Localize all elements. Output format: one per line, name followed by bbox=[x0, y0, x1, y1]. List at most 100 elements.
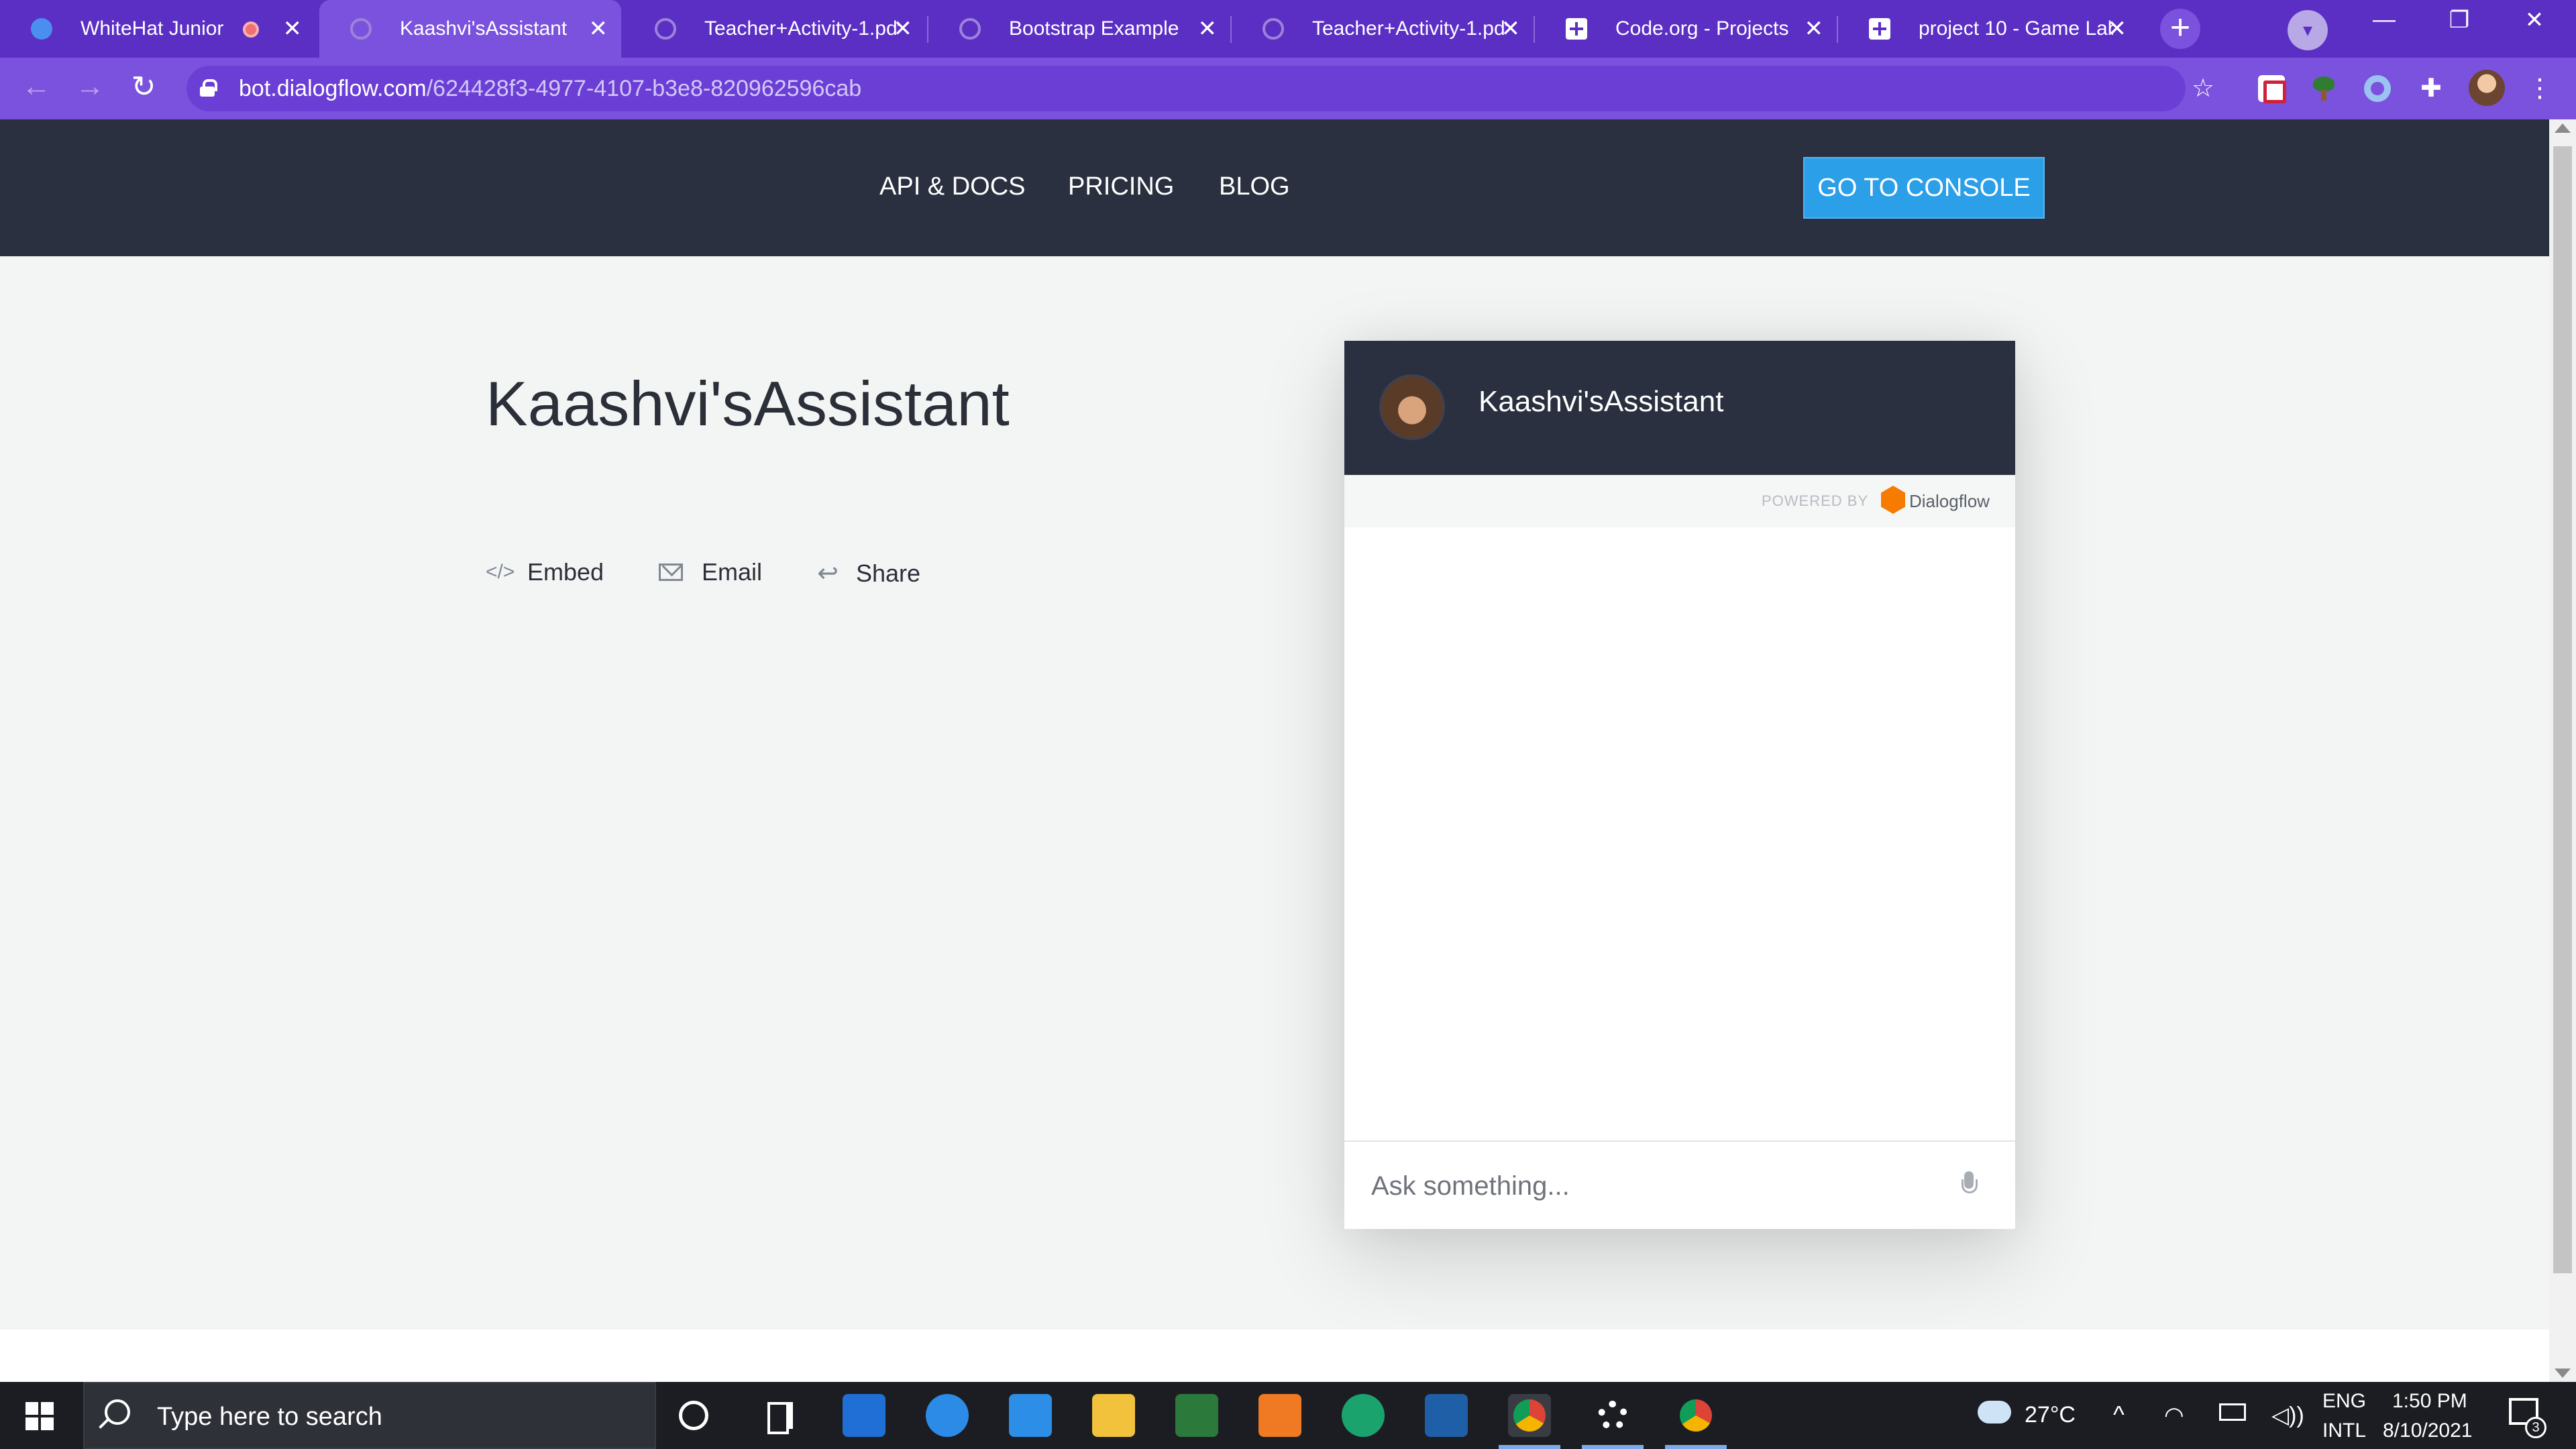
tab-search-dropdown-icon[interactable]: ▾ bbox=[2288, 10, 2328, 50]
close-window-icon[interactable]: ✕ bbox=[2508, 7, 2561, 34]
lock-icon[interactable] bbox=[200, 79, 217, 97]
embed-label: Embed bbox=[527, 558, 604, 586]
search-placeholder: Type here to search bbox=[157, 1403, 382, 1431]
game-app-icon[interactable] bbox=[1175, 1394, 1218, 1437]
file-explorer-icon[interactable] bbox=[1092, 1394, 1135, 1437]
microsoft-store-icon[interactable] bbox=[843, 1394, 885, 1437]
tab-title: WhiteHat Junior bbox=[80, 17, 224, 40]
scrollbar-thumb[interactable] bbox=[2553, 146, 2572, 1273]
tab-teacher-activity-1[interactable]: Teacher+Activity-1.pdf ✕ bbox=[624, 0, 926, 58]
url-text[interactable]: bot.dialogflow.com/624428f3-4977-4107-b3… bbox=[239, 66, 861, 111]
chat-input[interactable] bbox=[1371, 1161, 1948, 1212]
browser-toolbar: ← → ↻ bot.dialogflow.com/624428f3-4977-4… bbox=[0, 58, 2576, 119]
url-host: bot.dialogflow.com bbox=[239, 76, 427, 101]
mail-app-icon[interactable] bbox=[1009, 1394, 1052, 1437]
pocket-extension-icon[interactable] bbox=[2258, 75, 2286, 103]
nav-pricing[interactable]: PRICING bbox=[1068, 119, 1174, 254]
main-content: Kaashvi'sAssistant </> Embed Email ↩ Sha… bbox=[0, 256, 2549, 1330]
forward-arrow-icon[interactable]: → bbox=[70, 70, 110, 103]
tree-extension-icon[interactable] bbox=[2310, 75, 2337, 102]
show-hidden-icons-chevron-icon[interactable]: ^ bbox=[2113, 1401, 2125, 1429]
dialogflow-logo-icon bbox=[1881, 486, 1905, 514]
tab-close-icon[interactable]: ✕ bbox=[1805, 0, 1824, 58]
share-button[interactable]: ↩ Share bbox=[814, 558, 920, 588]
chat-bot-name: Kaashvi'sAssistant bbox=[1479, 385, 1724, 418]
tab-teacher-activity-1-b[interactable]: Teacher+Activity-1.pdf ✕ bbox=[1232, 0, 1534, 58]
tab-whitehat-junior[interactable]: WhiteHat Junior ✕ bbox=[0, 0, 315, 58]
tab-close-icon[interactable]: ✕ bbox=[894, 0, 913, 58]
tab-close-icon[interactable]: ✕ bbox=[1501, 0, 1521, 58]
code-org-favicon-icon bbox=[1566, 18, 1587, 40]
start-pane bbox=[41, 1402, 54, 1415]
address-bar[interactable]: bot.dialogflow.com/624428f3-4977-4107-b3… bbox=[186, 66, 2186, 111]
language-bottom[interactable]: INTL bbox=[2322, 1419, 2366, 1442]
tab-title: Kaashvi'sAssistant bbox=[400, 17, 568, 40]
clock-time[interactable]: 1:50 PM bbox=[2392, 1390, 2467, 1413]
code-org-favicon-icon bbox=[1869, 18, 1890, 40]
dialogflow-brand[interactable]: Dialogflow bbox=[1909, 475, 1990, 527]
wifi-icon[interactable]: ◠ bbox=[2164, 1402, 2184, 1429]
volume-icon[interactable]: ◁)) bbox=[2271, 1402, 2304, 1429]
restore-window-icon[interactable]: ❐ bbox=[2432, 7, 2486, 34]
chrome-icon-2[interactable] bbox=[1665, 1394, 1727, 1449]
page-scrollbar[interactable] bbox=[2549, 119, 2576, 1382]
powered-by-bar: POWERED BY Dialogflow bbox=[1344, 475, 2015, 527]
extensions-puzzle-icon[interactable]: ✚ bbox=[2418, 75, 2445, 102]
browser-menu-icon[interactable]: ⋮ bbox=[2526, 75, 2553, 102]
edge-browser-icon[interactable] bbox=[1342, 1394, 1385, 1437]
tab-title: Teacher+Activity-1.pdf bbox=[1312, 17, 1507, 40]
microphone-icon[interactable] bbox=[1962, 1171, 1978, 1201]
compass-app-icon[interactable] bbox=[926, 1394, 969, 1437]
tab-close-icon[interactable]: ✕ bbox=[2108, 0, 2127, 58]
tab-code-org-projects[interactable]: Code.org - Projects ✕ bbox=[1535, 0, 1837, 58]
clock-date[interactable]: 8/10/2021 bbox=[2383, 1419, 2472, 1442]
search-icon bbox=[105, 1399, 130, 1425]
tab-bootstrap-example[interactable]: Bootstrap Example ✕ bbox=[928, 0, 1230, 58]
bookmark-star-icon[interactable]: ☆ bbox=[2190, 75, 2216, 102]
back-arrow-icon[interactable]: ← bbox=[16, 70, 56, 103]
scroll-down-arrow-icon[interactable] bbox=[2555, 1368, 2571, 1378]
chrome-icon[interactable] bbox=[1499, 1394, 1560, 1449]
tab-project-10-game-lab[interactable]: project 10 - Game Lab ✕ bbox=[1838, 0, 2140, 58]
battery-icon[interactable] bbox=[2219, 1403, 2246, 1421]
go-to-console-button[interactable]: GO TO CONSOLE bbox=[1803, 157, 2045, 219]
chat-header: Kaashvi'sAssistant bbox=[1344, 341, 2015, 475]
tab-title: project 10 - Game Lab bbox=[1919, 17, 2113, 40]
start-pane bbox=[41, 1417, 54, 1430]
settings-gear-icon[interactable] bbox=[1582, 1394, 1644, 1449]
task-view-icon[interactable] bbox=[761, 1394, 804, 1437]
weather-cloud-icon[interactable] bbox=[1978, 1401, 2011, 1424]
language-top[interactable]: ENG bbox=[2322, 1390, 2366, 1413]
tab-close-icon[interactable]: ✕ bbox=[1198, 0, 1218, 58]
globe-favicon-icon bbox=[655, 18, 676, 40]
reload-icon[interactable]: ↻ bbox=[123, 70, 164, 104]
embed-button[interactable]: </> Embed bbox=[486, 558, 604, 586]
start-pane bbox=[25, 1402, 38, 1415]
tab-close-icon[interactable]: ✕ bbox=[589, 0, 608, 58]
windows-start-icon[interactable] bbox=[25, 1402, 54, 1430]
mail-icon bbox=[659, 564, 683, 581]
tab-title: Bootstrap Example bbox=[1009, 17, 1179, 40]
blue-app-icon[interactable] bbox=[1425, 1394, 1468, 1437]
page-footer-strip bbox=[0, 1330, 2549, 1382]
windows-taskbar: Type here to search 27°C ^ ◠ ◁)) ENG INT… bbox=[0, 1382, 2576, 1449]
bot-avatar bbox=[1379, 374, 1445, 440]
powered-by-label: POWERED BY bbox=[1762, 492, 1869, 509]
minimize-window-icon[interactable]: — bbox=[2357, 7, 2411, 33]
cortana-icon[interactable] bbox=[679, 1401, 708, 1430]
xampp-icon[interactable] bbox=[1258, 1394, 1301, 1437]
tab-kaashvis-assistant[interactable]: Kaashvi'sAssistant ✕ bbox=[319, 0, 621, 58]
nav-blog[interactable]: BLOG bbox=[1219, 119, 1290, 254]
weather-temp[interactable]: 27°C bbox=[2025, 1402, 2076, 1428]
circle-extension-icon[interactable] bbox=[2364, 75, 2391, 102]
new-tab-button[interactable]: + bbox=[2160, 9, 2200, 49]
nav-api-docs[interactable]: API & DOCS bbox=[879, 119, 1026, 254]
taskbar-search[interactable]: Type here to search bbox=[83, 1382, 656, 1449]
profile-avatar[interactable] bbox=[2469, 70, 2505, 106]
tab-close-icon[interactable]: ✕ bbox=[283, 0, 303, 58]
email-button[interactable]: Email bbox=[659, 558, 762, 586]
chrome-logo-icon bbox=[1513, 1399, 1546, 1432]
chat-messages-area[interactable] bbox=[1344, 527, 2015, 1140]
scroll-up-arrow-icon[interactable] bbox=[2555, 123, 2571, 133]
page-title: Kaashvi'sAssistant bbox=[486, 368, 1010, 439]
